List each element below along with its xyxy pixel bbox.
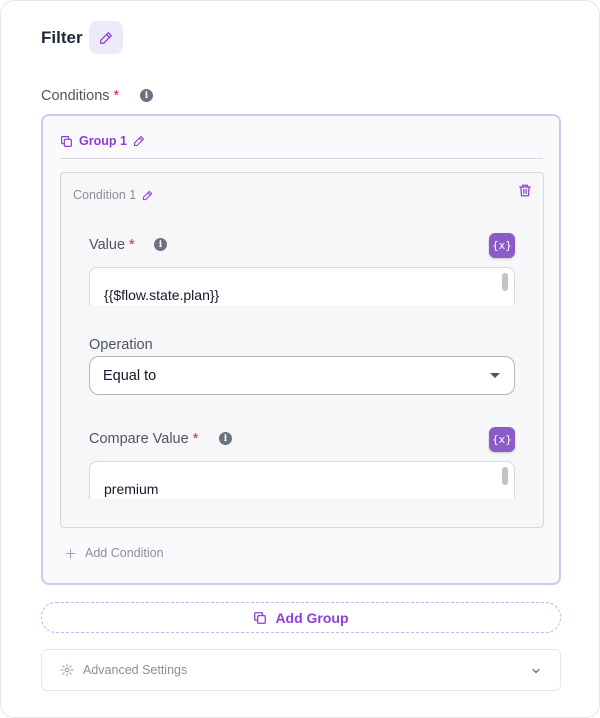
compare-value-label-text: Compare Value [89, 431, 189, 447]
value-label-text: Value [89, 237, 126, 253]
operation-select[interactable]: Equal to [89, 356, 515, 395]
condition-label: Condition 1 [73, 188, 137, 202]
compare-value-label: Compare Value * [89, 431, 198, 447]
conditions-label-text: Conditions [41, 88, 110, 104]
operation-selected-value: Equal to [103, 368, 157, 384]
required-mark: * [129, 237, 135, 253]
pencil-icon[interactable] [142, 190, 153, 201]
compare-value-input[interactable]: premium [89, 461, 515, 499]
value-input-text: {{$flow.state.plan}} [104, 287, 220, 303]
plus-icon [65, 548, 76, 558]
compare-value-input-text: premium [104, 481, 159, 497]
add-group-label: Add Group [275, 609, 349, 626]
required-mark: * [113, 88, 120, 104]
info-icon[interactable]: i [219, 432, 232, 445]
advanced-settings-label: Advanced Settings [83, 663, 188, 677]
add-group-button[interactable]: Add Group [41, 602, 561, 633]
copy-icon [61, 135, 72, 147]
advanced-settings-toggle[interactable]: Advanced Settings [41, 649, 561, 691]
gear-icon [60, 663, 74, 677]
compare-variable-button[interactable]: {x} [489, 427, 515, 452]
required-mark: * [192, 431, 199, 447]
add-condition-button[interactable]: Add Condition [65, 546, 164, 560]
delete-condition-button[interactable] [518, 183, 532, 203]
add-condition-label: Add Condition [85, 546, 164, 560]
value-variable-button[interactable]: {x} [489, 233, 515, 258]
info-icon[interactable]: i [154, 238, 167, 251]
info-icon[interactable]: i [140, 89, 153, 102]
condition-header: Condition 1 [73, 188, 153, 202]
caret-down-icon [490, 373, 500, 378]
condition-card: Condition 1 Value * i {x} {{$flow.state.p… [60, 172, 544, 528]
panel-title: Filter [41, 28, 83, 47]
compare-value-input-scrollbar[interactable] [502, 467, 508, 485]
value-input-scrollbar[interactable] [502, 273, 508, 291]
chevron-down-icon [532, 668, 540, 674]
value-input[interactable]: {{$flow.state.plan}} [89, 267, 515, 305]
edit-title-button[interactable] [89, 21, 123, 54]
trash-icon [519, 184, 531, 197]
pencil-icon [100, 31, 112, 44]
group-header: Group 1 [60, 134, 145, 148]
filter-panel: Filter Conditions * i Group 1 Condition 1… [0, 0, 600, 718]
value-label: Value * [89, 237, 135, 253]
operation-label: Operation [89, 337, 153, 353]
group-label: Group 1 [79, 134, 127, 148]
pencil-icon[interactable] [133, 135, 145, 147]
copy-icon [254, 611, 267, 624]
condition-group: Group 1 Condition 1 Value * i {x} {{$flow… [41, 114, 561, 585]
conditions-label: Conditions * [41, 88, 119, 104]
group-divider [60, 158, 543, 159]
